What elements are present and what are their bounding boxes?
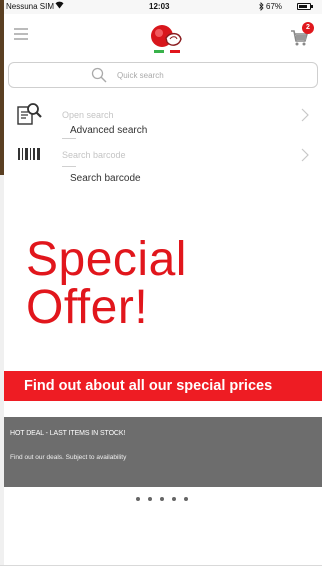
chevron-right-icon — [301, 148, 309, 162]
bluetooth-icon — [259, 2, 264, 13]
advanced-search-link[interactable]: Advanced search — [70, 125, 147, 136]
app-header: 2 — [4, 14, 322, 58]
document-search-icon — [16, 102, 42, 126]
battery-percent: 67% — [266, 2, 283, 11]
clock: 12:03 — [149, 2, 170, 11]
carousel-dot[interactable] — [184, 497, 188, 501]
quick-search-field[interactable] — [8, 62, 318, 88]
quick-search-input[interactable] — [117, 65, 297, 85]
carrier-label: Nessuna SIM — [6, 2, 55, 11]
app-screen: Nessuna SIM 12:03 67% 2 Quick search Ope… — [4, 0, 322, 566]
menu-item-open-search[interactable]: Open search — [4, 100, 322, 132]
cart-button[interactable]: 2 — [290, 22, 314, 52]
carousel-dot[interactable] — [136, 497, 140, 501]
status-bar: Nessuna SIM 12:03 67% — [4, 0, 322, 14]
menu-item-search-barcode[interactable]: Search barcode — [4, 140, 322, 172]
deal-text: Find out our deals. Subject to availabil… — [10, 454, 127, 461]
banner-text: Find out about all our special prices — [24, 378, 273, 394]
open-search-label: Open search — [62, 110, 114, 120]
cart-count-badge: 2 — [302, 22, 314, 34]
special-prices-banner[interactable]: Find out about all our special prices — [4, 371, 322, 401]
hot-deal-panel[interactable]: HOT DEAL - LAST ITEMS IN STOCK! Find out… — [4, 417, 322, 487]
promo-title-line1: Special — [26, 233, 187, 286]
battery-icon — [297, 3, 311, 10]
search-barcode-label: Search barcode — [62, 150, 126, 160]
carousel-pagination[interactable] — [136, 497, 198, 503]
carousel-dot[interactable] — [172, 497, 176, 501]
wifi-icon — [55, 1, 64, 11]
chevron-right-icon — [301, 108, 309, 122]
hamburger-menu-icon[interactable] — [14, 28, 28, 40]
carousel-dot[interactable] — [148, 497, 152, 501]
barcode-icon — [16, 142, 42, 166]
carousel-dot[interactable] — [160, 497, 164, 501]
deal-title: HOT DEAL - LAST ITEMS IN STOCK! — [10, 430, 126, 437]
special-offer-heading[interactable]: Special Offer! — [26, 236, 187, 332]
search-icon — [91, 67, 107, 83]
search-barcode-link[interactable]: Search barcode — [70, 173, 141, 184]
promo-title-line2: Offer! — [26, 281, 149, 334]
brand-logo[interactable] — [146, 22, 186, 56]
